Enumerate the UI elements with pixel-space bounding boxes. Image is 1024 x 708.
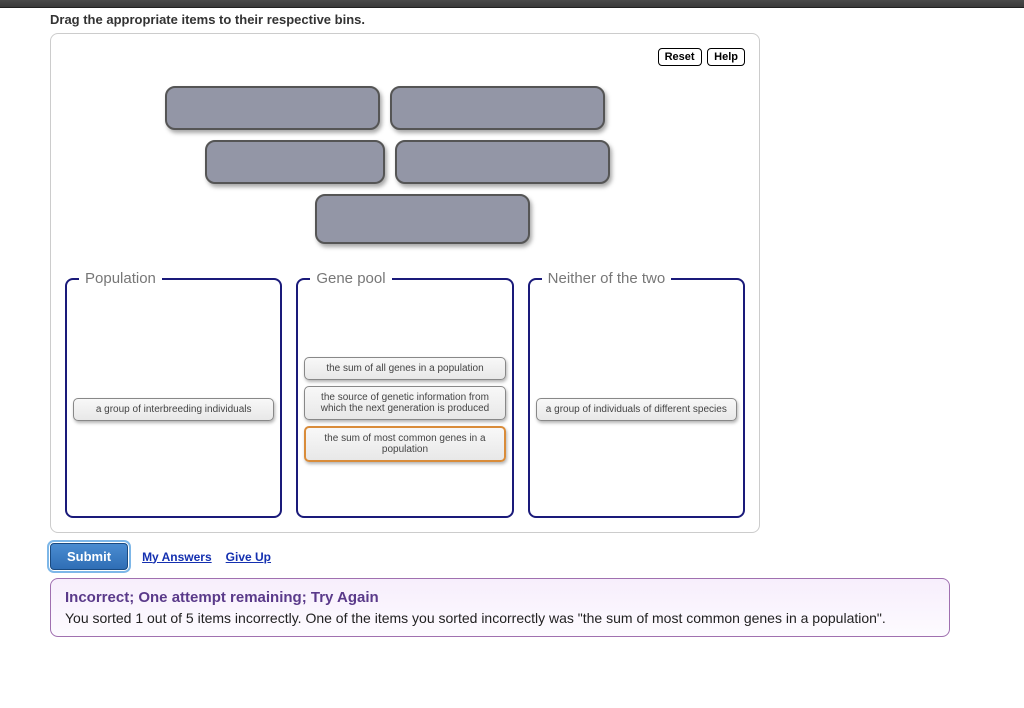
- bin-title: Neither of the two: [542, 270, 672, 287]
- chip-row: [165, 86, 715, 130]
- give-up-link[interactable]: Give Up: [226, 550, 271, 564]
- draggable-chip[interactable]: [165, 86, 380, 130]
- reset-button[interactable]: Reset: [658, 48, 702, 66]
- sorted-item[interactable]: a group of individuals of different spec…: [536, 398, 737, 421]
- draggable-chip[interactable]: [390, 86, 605, 130]
- sorted-item[interactable]: the sum of all genes in a population: [304, 357, 505, 380]
- source-chip-stage: [65, 86, 745, 274]
- action-bar: Submit My Answers Give Up: [50, 543, 974, 570]
- draggable-chip[interactable]: [395, 140, 610, 184]
- sorted-item[interactable]: the source of genetic information from w…: [304, 386, 505, 420]
- sorted-item-incorrect[interactable]: the sum of most common genes in a popula…: [304, 426, 505, 462]
- chip-row: [205, 140, 715, 184]
- content: Drag the appropriate items to their resp…: [0, 12, 1024, 637]
- draggable-chip[interactable]: [205, 140, 385, 184]
- submit-button[interactable]: Submit: [50, 543, 128, 570]
- feedback-body: You sorted 1 out of 5 items incorrectly.…: [65, 610, 935, 626]
- bin-neither[interactable]: Neither of the two a group of individual…: [528, 278, 745, 518]
- control-bar: Reset Help: [65, 48, 745, 66]
- bins-container: Population a group of interbreeding indi…: [65, 278, 745, 518]
- instruction-text: Drag the appropriate items to their resp…: [50, 12, 974, 27]
- sorted-item[interactable]: a group of interbreeding individuals: [73, 398, 274, 421]
- draggable-chip[interactable]: [315, 194, 530, 244]
- my-answers-link[interactable]: My Answers: [142, 550, 212, 564]
- bin-title: Gene pool: [310, 270, 391, 287]
- drag-drop-workbox: Reset Help Population a group of interbr…: [50, 33, 760, 533]
- chip-row: [315, 194, 715, 244]
- bin-gene-pool[interactable]: Gene pool the sum of all genes in a popu…: [296, 278, 513, 518]
- bin-population[interactable]: Population a group of interbreeding indi…: [65, 278, 282, 518]
- bin-title: Population: [79, 270, 162, 287]
- help-button[interactable]: Help: [707, 48, 745, 66]
- feedback-panel: Incorrect; One attempt remaining; Try Ag…: [50, 578, 950, 637]
- feedback-title: Incorrect; One attempt remaining; Try Ag…: [65, 589, 935, 606]
- top-bar: [0, 0, 1024, 8]
